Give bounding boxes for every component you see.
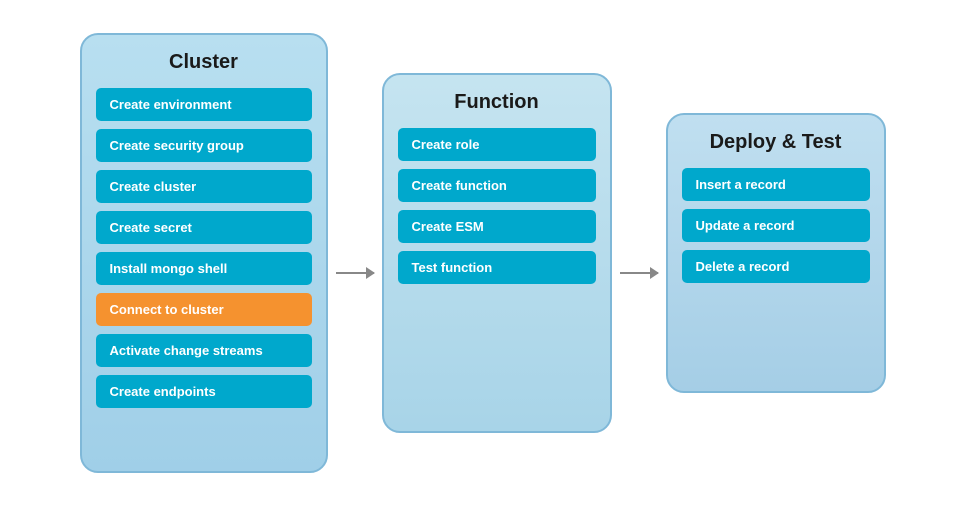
cluster-item-install-mongo-shell[interactable]: Install mongo shell (96, 252, 312, 285)
function-item-create-function[interactable]: Create function (398, 169, 596, 202)
diagram: Cluster Create environment Create securi… (60, 13, 906, 493)
cluster-item-create-secret[interactable]: Create secret (96, 211, 312, 244)
function-item-create-esm[interactable]: Create ESM (398, 210, 596, 243)
arrow-cluster-to-function (336, 272, 374, 274)
cluster-item-create-cluster[interactable]: Create cluster (96, 170, 312, 203)
deploy-item-insert-record[interactable]: Insert a record (682, 168, 870, 201)
cluster-title: Cluster (169, 51, 238, 74)
deploy-title: Deploy & Test (710, 131, 842, 154)
deploy-item-delete-record[interactable]: Delete a record (682, 250, 870, 283)
function-item-test-function[interactable]: Test function (398, 251, 596, 284)
arrow-line-2 (620, 272, 658, 274)
cluster-item-create-endpoints[interactable]: Create endpoints (96, 375, 312, 408)
function-item-create-role[interactable]: Create role (398, 128, 596, 161)
cluster-item-create-environment[interactable]: Create environment (96, 88, 312, 121)
cluster-panel: Cluster Create environment Create securi… (80, 33, 328, 473)
function-title: Function (454, 91, 538, 114)
function-panel: Function Create role Create function Cre… (382, 73, 612, 433)
cluster-item-activate-change-streams[interactable]: Activate change streams (96, 334, 312, 367)
arrow-line-1 (336, 272, 374, 274)
cluster-item-connect-to-cluster[interactable]: Connect to cluster (96, 293, 312, 326)
deploy-panel: Deploy & Test Insert a record Update a r… (666, 113, 886, 393)
deploy-item-update-record[interactable]: Update a record (682, 209, 870, 242)
cluster-item-create-security-group[interactable]: Create security group (96, 129, 312, 162)
arrow-function-to-deploy (620, 272, 658, 274)
